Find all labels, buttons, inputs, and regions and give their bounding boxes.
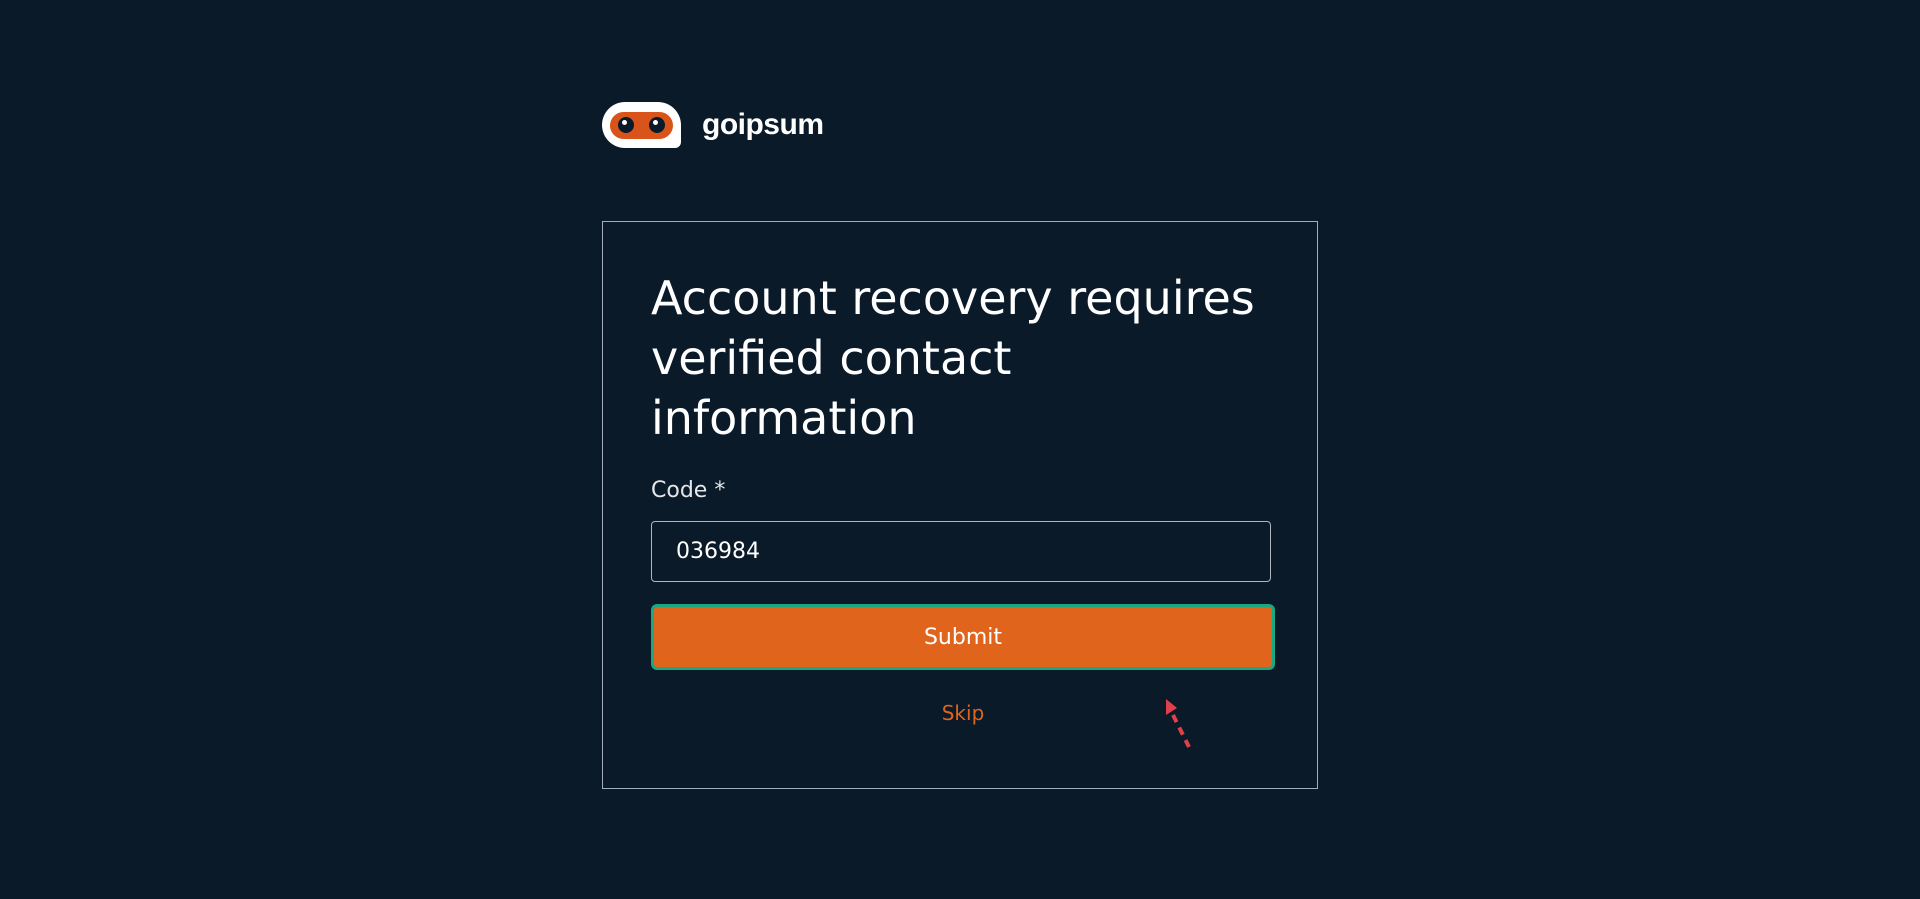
brand-wordmark: goipsum [702,108,824,141]
goipsum-logo-icon [602,102,681,148]
recovery-page: goipsum Account recovery requires verifi… [0,0,1920,899]
dashed-arrow-cursor-icon [1166,699,1191,748]
skip-link[interactable]: Skip [939,700,987,726]
brand-header: goipsum [602,102,824,148]
verification-card: Account recovery requires verified conta… [602,221,1318,789]
code-field-label: Code * [651,478,726,503]
submit-button[interactable]: Submit [651,604,1275,670]
page-title: Account recovery requires verified conta… [651,271,1255,445]
code-input[interactable] [651,521,1271,582]
